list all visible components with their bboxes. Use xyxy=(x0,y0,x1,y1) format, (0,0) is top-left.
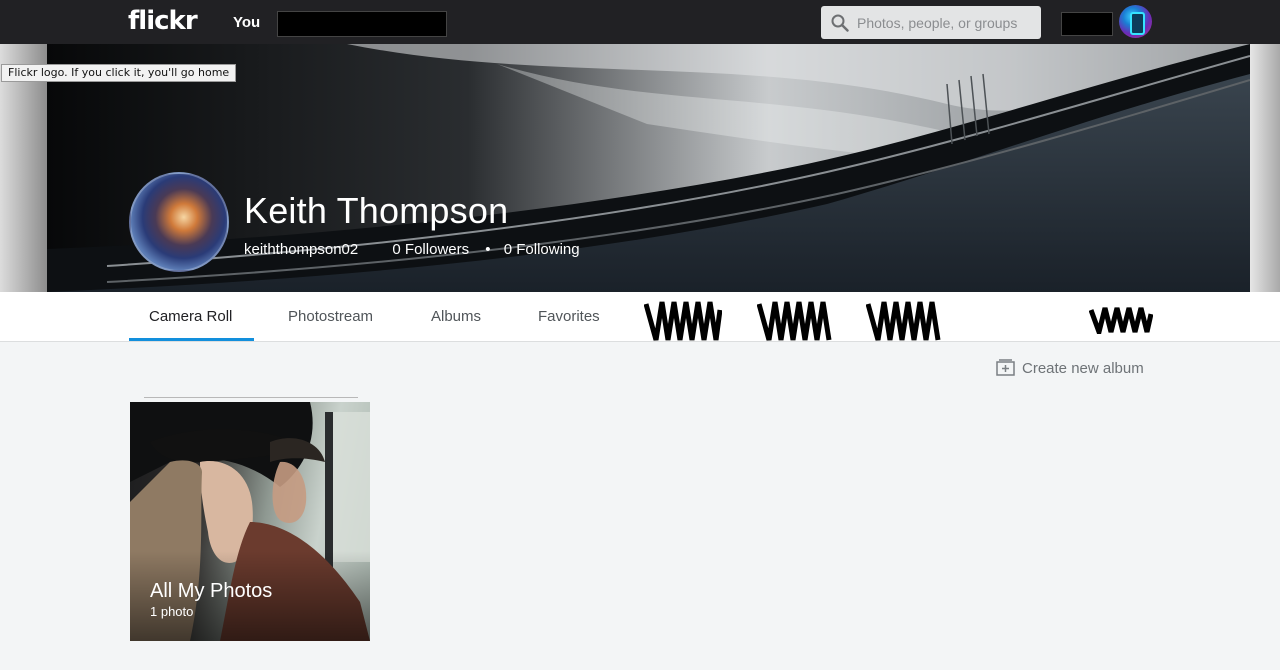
album-stack-edge xyxy=(144,397,358,398)
search-box[interactable] xyxy=(821,6,1041,39)
add-album-icon xyxy=(996,359,1015,376)
cover-edge-right xyxy=(1250,44,1280,292)
redacted-user-area xyxy=(1061,12,1113,36)
flickr-logo[interactable]: flickr xyxy=(128,6,198,36)
create-album-button[interactable]: Create new album xyxy=(996,358,1144,377)
user-avatar[interactable] xyxy=(1119,5,1152,38)
meta-separator: • xyxy=(485,241,491,258)
redacted-tab-1 xyxy=(644,301,722,341)
profile-tabs: Camera Roll Photostream Albums Favorites xyxy=(0,292,1280,342)
search-input[interactable] xyxy=(857,6,1037,39)
redacted-tab-2 xyxy=(757,301,832,341)
profile-meta: keiththompson02 0 Followers • 0 Followin… xyxy=(244,241,580,258)
tab-favorites[interactable]: Favorites xyxy=(538,308,600,325)
tab-albums[interactable]: Albums xyxy=(431,308,481,325)
tab-photostream[interactable]: Photostream xyxy=(288,308,373,325)
active-tab-indicator xyxy=(129,338,254,341)
followers-link[interactable]: 0 Followers xyxy=(392,241,469,258)
nav-you-link[interactable]: You xyxy=(233,14,260,31)
top-navigation-bar: flickr You xyxy=(0,0,1280,44)
profile-username: keiththompson02 xyxy=(244,241,359,258)
album-photo-count: 1 photo xyxy=(150,604,194,619)
search-icon xyxy=(831,14,849,32)
redacted-tab-3 xyxy=(866,301,941,341)
following-link[interactable]: 0 Following xyxy=(504,241,580,258)
create-album-label: Create new album xyxy=(1022,360,1144,377)
album-title: All My Photos xyxy=(150,580,273,602)
profile-avatar[interactable] xyxy=(129,172,229,272)
profile-name: Keith Thompson xyxy=(244,190,509,231)
tab-camera-roll[interactable]: Camera Roll xyxy=(149,308,232,325)
album-card-all-my-photos[interactable]: All My Photos 1 photo xyxy=(130,402,370,641)
redacted-nav-area xyxy=(277,11,447,37)
logo-tooltip: Flickr logo. If you click it, you'll go … xyxy=(1,64,237,82)
redacted-tab-4 xyxy=(1089,307,1153,334)
